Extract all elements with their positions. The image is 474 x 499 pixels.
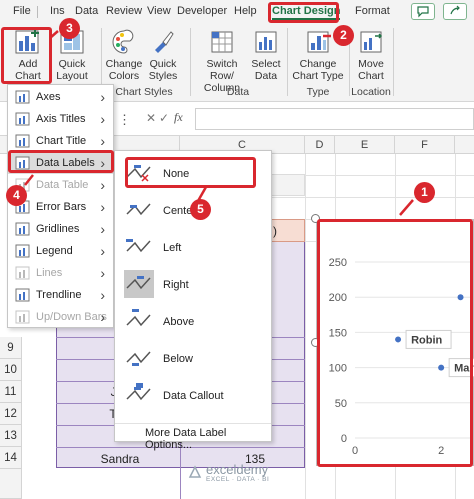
step-badge-5: 5 bbox=[190, 199, 211, 220]
step-badge-1: 1 bbox=[414, 182, 435, 203]
step-badge-4: 4 bbox=[6, 185, 27, 206]
step-badge-3: 3 bbox=[59, 18, 80, 39]
step-badge-2: 2 bbox=[333, 25, 354, 46]
annotation-arrows bbox=[24, 30, 414, 216]
